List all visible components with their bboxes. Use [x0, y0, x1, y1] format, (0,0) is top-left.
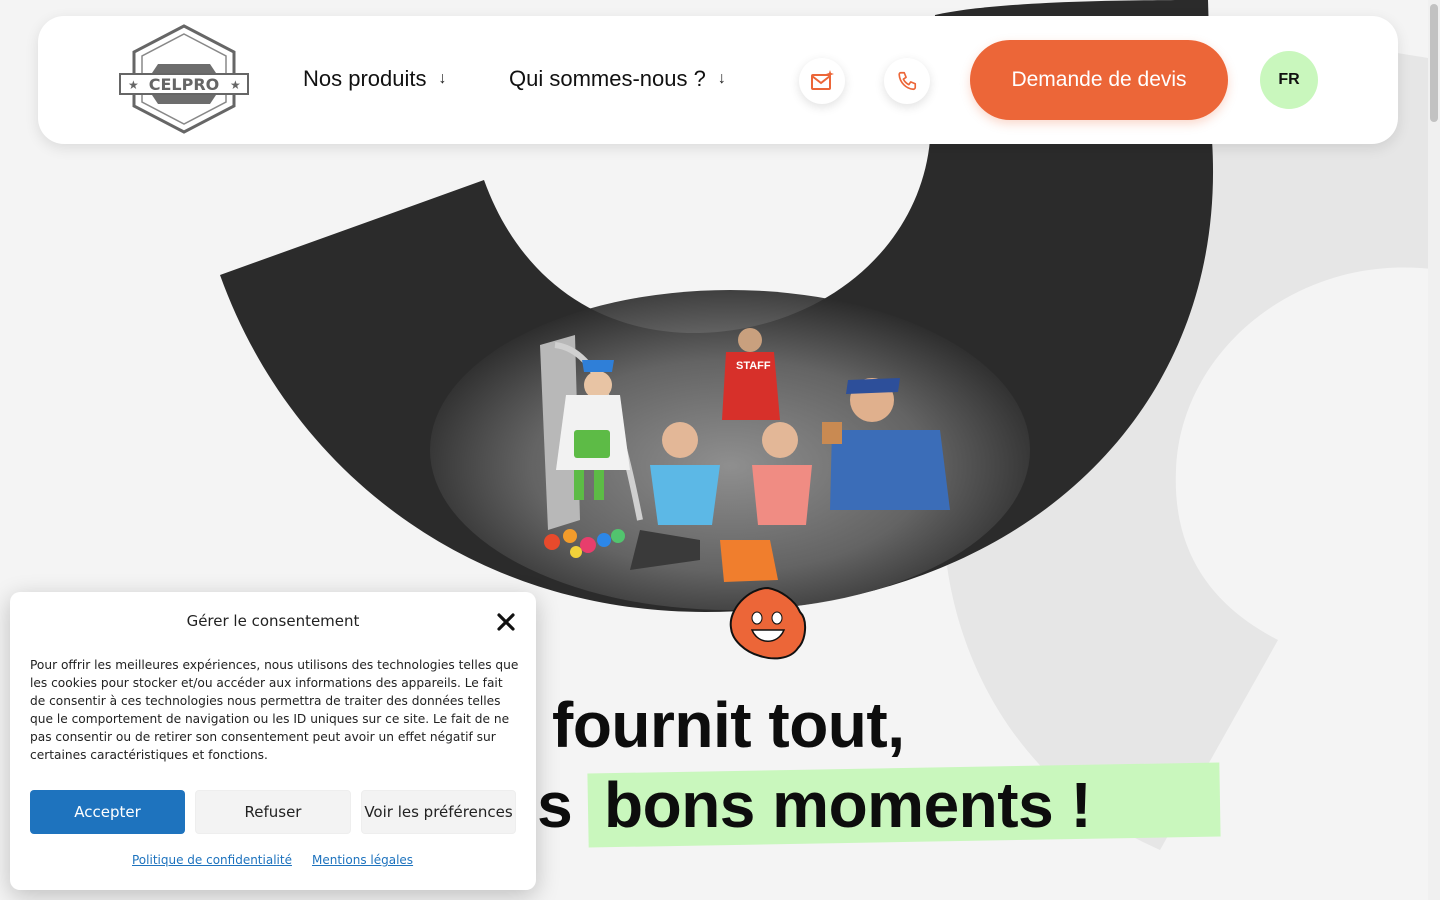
celpro-logo[interactable]: ★ ★ CELPRO [118, 24, 250, 134]
preferences-button[interactable]: Voir les préférences [361, 790, 516, 834]
nav-about[interactable]: Qui sommes-nous ? ↓ [509, 66, 726, 92]
close-icon[interactable] [494, 610, 518, 634]
accept-button[interactable]: Accepter [30, 790, 185, 834]
quote-request-button[interactable]: Demande de devis [970, 40, 1228, 120]
consent-dialog: Gérer le consentement Pour offrir les me… [10, 592, 536, 890]
svg-text:CELPRO: CELPRO [149, 75, 220, 94]
phone-icon [898, 71, 917, 91]
nav-products[interactable]: Nos produits ↓ [303, 66, 447, 92]
nav-about-label: Qui sommes-nous ? [509, 66, 706, 91]
nav-products-label: Nos produits [303, 66, 427, 91]
mail-button[interactable] [799, 58, 845, 104]
staff-label: STAFF [736, 360, 771, 372]
hero-heading-line-2-highlight: bons moments ! [604, 769, 1092, 841]
arrow-down-icon: ↓ [438, 70, 447, 87]
hero-heading-line-1: fournit tout, [552, 689, 905, 761]
language-switcher[interactable]: FR [1260, 51, 1318, 109]
consent-title: Gérer le consentement [186, 612, 360, 630]
mail-icon [811, 70, 834, 90]
arrow-down-icon: ↓ [717, 70, 726, 87]
privacy-policy-link[interactable]: Politique de confidentialité [132, 853, 292, 867]
legal-notice-link[interactable]: Mentions légales [312, 853, 413, 867]
scrollbar[interactable] [1428, 0, 1440, 900]
scrollbar-thumb[interactable] [1430, 4, 1438, 122]
phone-button[interactable] [884, 58, 930, 104]
svg-text:★: ★ [128, 78, 139, 92]
consent-text: Pour offrir les meilleures expériences, … [30, 658, 519, 762]
refuse-button[interactable]: Refuser [195, 790, 351, 834]
svg-text:★: ★ [230, 78, 241, 92]
site-header: ★ ★ CELPRO Nos produits ↓ Qui sommes-nou… [38, 16, 1398, 144]
